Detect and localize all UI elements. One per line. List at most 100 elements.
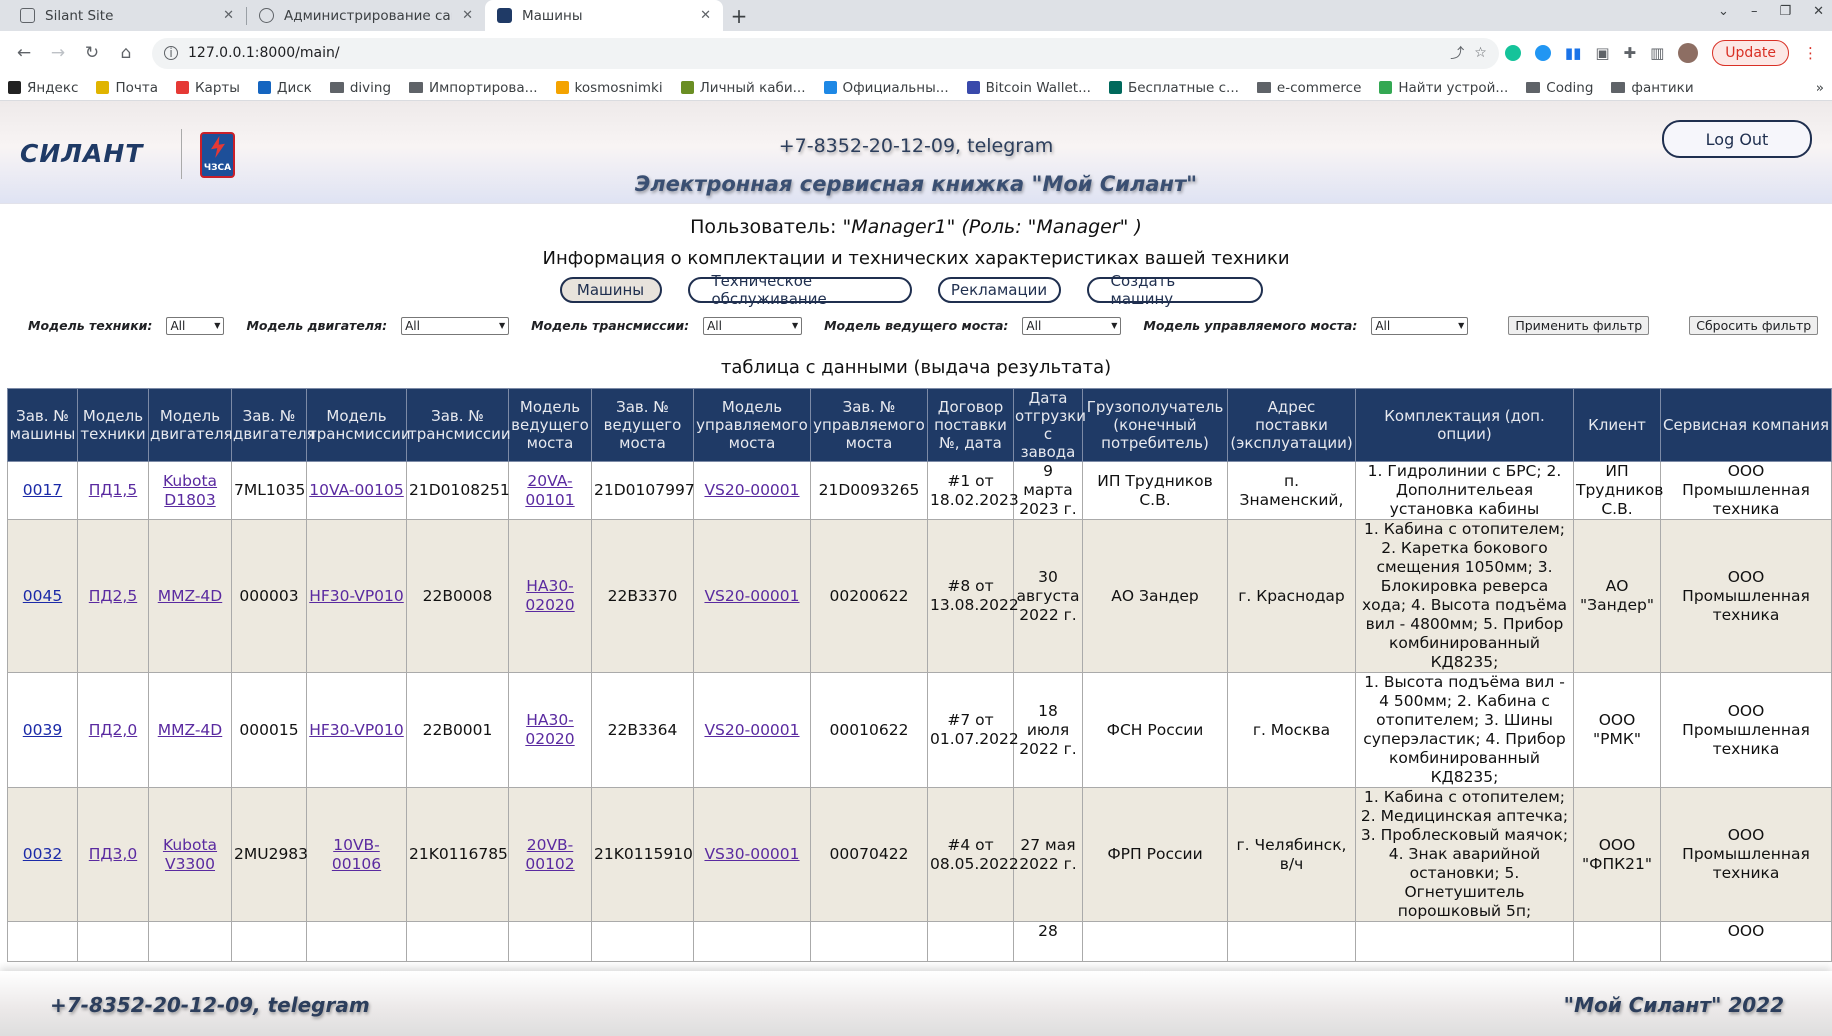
bookmark-item[interactable]: Карты <box>175 80 240 96</box>
puzzle-icon[interactable]: ✚ <box>1624 44 1637 62</box>
browser-tab-silant-site[interactable]: Silant Site ✕ <box>8 0 246 31</box>
column-header[interactable]: Модель двигателя <box>148 388 233 462</box>
model-link[interactable]: 10VA-00105 <box>309 481 404 499</box>
model-link[interactable]: MMZ-4D <box>158 721 222 739</box>
model-link[interactable]: 20VB-00102 <box>525 836 574 873</box>
machine-serial-link[interactable]: 0032 <box>23 845 62 863</box>
model-link[interactable]: HA30-02020 <box>525 711 574 748</box>
bookmark-item[interactable]: diving <box>329 80 391 96</box>
column-header[interactable]: Модель ведущего моста <box>508 388 592 462</box>
bookmark-item[interactable]: Coding <box>1526 80 1593 96</box>
bookmark-item[interactable]: Официальны... <box>823 80 949 96</box>
close-icon[interactable]: ✕ <box>223 8 234 23</box>
model-link[interactable]: HF30-VP010 <box>309 587 404 605</box>
screenshot-extension-icon[interactable]: ▣ <box>1595 44 1609 62</box>
column-header[interactable]: Модель техники <box>77 388 149 462</box>
extension-icon[interactable] <box>1534 45 1551 61</box>
logout-button[interactable]: Log Out <box>1662 120 1812 158</box>
machines-button[interactable]: Машины <box>559 277 662 303</box>
address-bar[interactable]: i 127.0.0.1:8000/main/ ⤴ ☆ <box>152 37 1499 69</box>
model-link[interactable]: ПД1,5 <box>89 481 137 499</box>
model-link[interactable]: MMZ-4D <box>158 587 222 605</box>
column-header[interactable]: Адрес поставки (эксплуатации) <box>1227 388 1356 462</box>
apply-filter-button[interactable]: Применить фильтр <box>1508 316 1650 335</box>
close-icon[interactable]: ✕ <box>700 8 711 23</box>
model-select[interactable]: All ▼ <box>166 316 225 335</box>
bookmark-item[interactable]: Диск <box>257 80 312 96</box>
model-link[interactable]: VS20-00001 <box>704 481 799 499</box>
reload-icon[interactable]: ↻ <box>78 39 106 67</box>
column-header[interactable]: Сервисная компания <box>1660 388 1832 462</box>
avatar[interactable] <box>1678 43 1699 63</box>
model-link[interactable]: HA30-02020 <box>525 577 574 614</box>
model-link[interactable]: 20VA-00101 <box>525 472 574 509</box>
bookmark-item[interactable]: Яндекс <box>8 80 78 96</box>
model-link[interactable]: HF30-VP010 <box>309 721 404 739</box>
column-header[interactable]: Комплектация (доп. опции) <box>1355 388 1574 462</box>
column-header[interactable]: Модель трансмиссии <box>306 388 411 462</box>
bookmark-star-icon[interactable]: ☆ <box>1474 45 1487 61</box>
bookmark-item[interactable]: kosmosnimki <box>555 80 663 96</box>
share-icon[interactable]: ⤴ <box>1450 43 1464 63</box>
model-link[interactable]: VS30-00001 <box>704 845 799 863</box>
drive-axle-select[interactable]: All ▼ <box>1022 316 1122 335</box>
menu-icon[interactable]: ⋮ <box>1803 44 1818 62</box>
table-row[interactable]: 0017 ПД1,5 Kubota D1803 7ML1035 10VA-00105 21… <box>7 461 1832 520</box>
info-icon[interactable]: i <box>164 46 178 60</box>
bookmark-item[interactable]: Импортирова... <box>409 80 538 96</box>
table-row[interactable]: 0032 ПД3,0 Kubota V3300 2MU2983 10VB-00106 21… <box>7 787 1832 922</box>
column-header[interactable]: Модель управляемого моста <box>693 388 811 462</box>
machine-serial-link[interactable]: 0039 <box>23 721 62 739</box>
column-header[interactable]: Договор поставки №, дата <box>927 388 1014 462</box>
home-icon[interactable]: ⌂ <box>112 39 140 67</box>
grammarly-icon[interactable] <box>1504 45 1521 61</box>
new-tab-button[interactable]: + <box>723 0 755 31</box>
model-link[interactable]: VS20-00001 <box>704 721 799 739</box>
claims-button[interactable]: Рекламации <box>937 277 1061 303</box>
bookmark-item[interactable]: Bitcoin Wallet... <box>966 80 1091 96</box>
column-header[interactable]: Зав. № трансмиссии <box>406 388 511 462</box>
close-icon[interactable]: ✕ <box>462 8 473 23</box>
bookmark-item[interactable]: фантики <box>1611 80 1694 96</box>
column-header[interactable]: Зав. № управляемого моста <box>810 388 928 462</box>
stats-extension-icon[interactable]: ▮▮ <box>1565 44 1582 62</box>
maintenance-button[interactable]: Техническое обслуживание <box>687 272 912 308</box>
side-panel-icon[interactable]: ▥ <box>1650 44 1664 62</box>
browser-tab-machines[interactable]: Машины ✕ <box>485 0 723 31</box>
forward-icon[interactable]: → <box>44 39 72 67</box>
create-machine-button[interactable]: Создать машину <box>1086 272 1263 308</box>
back-icon[interactable]: ← <box>10 39 38 67</box>
bookmark-item[interactable]: Почта <box>96 80 158 96</box>
column-header[interactable]: Зав. № машины <box>7 388 78 462</box>
transmission-select[interactable]: All ▼ <box>703 316 803 335</box>
update-button[interactable]: Update <box>1712 40 1789 66</box>
close-window-icon[interactable]: ✕ <box>1813 4 1824 19</box>
steer-axle-select[interactable]: All ▼ <box>1371 316 1469 335</box>
column-header[interactable]: Клиент <box>1573 388 1661 462</box>
minimize-icon[interactable]: – <box>1751 4 1758 19</box>
bookmark-item[interactable]: Бесплатные с... <box>1108 80 1239 96</box>
column-header[interactable]: Дата отгрузки с завода <box>1013 388 1086 462</box>
model-link[interactable]: Kubota V3300 <box>163 836 217 873</box>
more-bookmarks-icon[interactable]: » <box>1816 80 1824 96</box>
reset-filter-button[interactable]: Сбросить фильтр <box>1689 316 1819 335</box>
model-link[interactable]: 10VB-00106 <box>332 836 381 873</box>
column-header[interactable]: Зав. № двигателя <box>231 388 316 462</box>
table-row[interactable]: 28 ООО <box>7 921 1832 962</box>
maximize-icon[interactable]: ❐ <box>1779 4 1791 19</box>
table-row[interactable]: 0045 ПД2,5 MMZ-4D 000003 HF30-VP010 22B0008 HA… <box>7 519 1832 673</box>
column-header[interactable]: Зав. № ведущего моста <box>591 388 694 462</box>
model-link[interactable]: VS20-00001 <box>704 587 799 605</box>
model-link[interactable]: ПД3,0 <box>89 845 137 863</box>
model-link[interactable]: ПД2,5 <box>89 587 137 605</box>
tab-search-icon[interactable]: ⌄ <box>1718 4 1729 19</box>
column-header[interactable]: Грузополучатель (конечный потребитель) <box>1082 388 1228 462</box>
browser-tab-admin[interactable]: Администрирование сайта ✕ <box>247 0 485 31</box>
table-row[interactable]: 0039 ПД2,0 MMZ-4D 000015 HF30-VP010 22B0001 HA… <box>7 672 1832 788</box>
bookmark-item[interactable]: Личный каби... <box>680 80 806 96</box>
machine-serial-link[interactable]: 0017 <box>23 481 62 499</box>
machine-serial-link[interactable]: 0045 <box>23 587 62 605</box>
model-link[interactable]: Kubota D1803 <box>163 472 217 509</box>
bookmark-item[interactable]: e-commerce <box>1256 80 1361 96</box>
bookmark-item[interactable]: Найти устрой... <box>1379 80 1508 96</box>
